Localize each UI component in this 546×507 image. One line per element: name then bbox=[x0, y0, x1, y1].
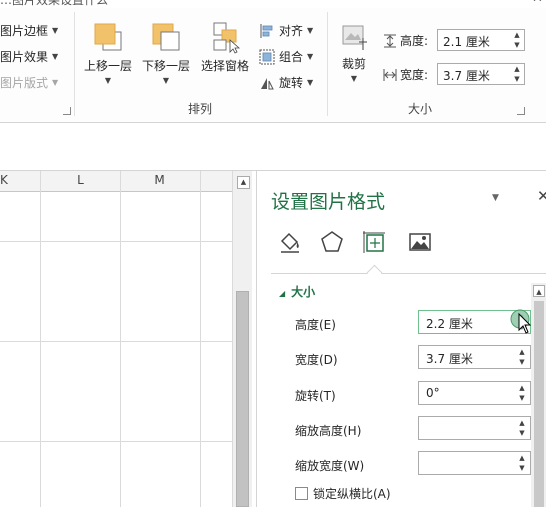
scale-height-field-label: 缩放高度(H) bbox=[295, 424, 362, 438]
scroll-up-icon[interactable]: ▲ bbox=[237, 176, 250, 189]
pane-vertical-scrollbar[interactable]: ▲ bbox=[531, 283, 546, 507]
column-header-k[interactable]: K bbox=[0, 173, 20, 187]
lock-aspect-checkbox[interactable] bbox=[295, 487, 308, 500]
dialog-launcher-icon[interactable] bbox=[517, 107, 525, 115]
dropdown-arrow-icon: ▼ bbox=[52, 52, 59, 61]
tab-picture[interactable] bbox=[407, 229, 433, 255]
height-input[interactable]: 2.2 厘米 ▲▼ bbox=[418, 309, 532, 334]
picture-effects-button[interactable]: 图片效果 ▼ bbox=[0, 48, 58, 65]
align-icon bbox=[260, 23, 273, 38]
tab-effects[interactable] bbox=[319, 229, 345, 255]
grid-line bbox=[0, 441, 232, 442]
column-header-l[interactable]: L bbox=[41, 173, 120, 187]
formula-area bbox=[0, 123, 546, 171]
spinner-arrows-icon[interactable]: ▲▼ bbox=[515, 347, 529, 367]
grid-line bbox=[200, 171, 201, 507]
tab-fill-line[interactable] bbox=[277, 229, 303, 255]
size-properties-icon bbox=[363, 231, 385, 253]
column-header-m[interactable]: M bbox=[120, 173, 199, 187]
group-icon bbox=[259, 49, 275, 64]
width-icon bbox=[383, 68, 397, 81]
ribbon-width-input[interactable]: 3.7 厘米 ▲ ▼ bbox=[437, 63, 525, 85]
dropdown-arrow-icon: ▼ bbox=[52, 78, 59, 87]
active-tab-pointer bbox=[366, 264, 383, 281]
picture-border-button[interactable]: 图片边框 ▼ bbox=[0, 22, 58, 39]
scale-height-input[interactable]: ▲ ▼ bbox=[418, 416, 531, 440]
grid-line bbox=[0, 341, 232, 342]
selection-pane-icon bbox=[213, 22, 241, 54]
size-group-label: 大小 bbox=[408, 102, 433, 116]
selection-pane-button[interactable]: 选择窗格 bbox=[196, 20, 254, 74]
bring-forward-button[interactable]: 上移一层 ▼ bbox=[80, 20, 136, 85]
dropdown-arrow-icon: ▼ bbox=[162, 76, 170, 85]
fill-line-icon bbox=[280, 232, 299, 253]
height-field-label: 高度(E) bbox=[295, 318, 336, 332]
grid-line bbox=[0, 241, 232, 242]
width-field-label: 宽度(D) bbox=[295, 353, 338, 367]
scale-width-input[interactable]: ▲ ▼ bbox=[418, 451, 531, 475]
dropdown-arrow-icon: ▼ bbox=[104, 76, 112, 85]
rotate-button[interactable]: 旋转 ▼ bbox=[259, 74, 313, 91]
ribbon-height-input[interactable]: 2.1 厘米 ▲ ▼ bbox=[437, 29, 525, 51]
align-button[interactable]: 对齐 ▼ bbox=[259, 22, 313, 39]
grid-line bbox=[40, 171, 41, 507]
window-title: …图片效果设置什么 bbox=[0, 0, 109, 7]
scale-width-field-label: 缩放宽度(W) bbox=[295, 459, 365, 473]
width-label: 宽度: bbox=[383, 66, 428, 83]
dropdown-arrow-icon: ▼ bbox=[307, 26, 314, 35]
grid-line bbox=[120, 171, 121, 507]
send-backward-button[interactable]: 下移一层 ▼ bbox=[138, 20, 194, 85]
dropdown-arrow-icon: ▼ bbox=[350, 74, 358, 83]
picture-icon bbox=[409, 233, 431, 251]
column-header-bar: K L M bbox=[0, 171, 232, 192]
ribbon: 图片边框▼ 图片效果▼ 图片版式▼ 上移一层 ▼ 下移一层 ▼ 选择窗格 bbox=[0, 8, 546, 123]
rotation-input[interactable]: 0° ▲ ▼ bbox=[418, 381, 531, 405]
rotate-icon bbox=[261, 77, 274, 89]
collapse-triangle-icon: ◢ bbox=[279, 289, 286, 298]
bring-forward-icon bbox=[94, 23, 122, 51]
spinner-arrows-icon[interactable]: ▲▼ bbox=[510, 30, 524, 50]
format-picture-pane: 设置图片格式 ▼ ✕ ◢ 大小 高度(E) 2.2 厘米 宽度(D) 3.7 厘… bbox=[256, 171, 546, 507]
height-label: 高度: bbox=[383, 32, 428, 49]
group-button[interactable]: 组合 ▼ bbox=[259, 48, 313, 65]
spinner-arrows-icon[interactable]: ▲▼ bbox=[515, 383, 529, 403]
height-icon bbox=[384, 34, 396, 47]
lock-aspect-label: 锁定纵横比(A) bbox=[313, 487, 391, 501]
dropdown-arrow-icon: ▼ bbox=[307, 52, 314, 61]
group-separator bbox=[327, 12, 328, 116]
spinner-arrows-icon[interactable]: ▲▼ bbox=[515, 418, 529, 438]
crop-button[interactable]: 裁剪 ▼ bbox=[334, 22, 374, 83]
scroll-up-icon[interactable]: ▲ bbox=[533, 285, 545, 297]
pane-close-icon[interactable]: ✕ bbox=[537, 187, 546, 205]
tab-divider bbox=[271, 273, 546, 274]
section-size-header[interactable]: ◢ 大小 bbox=[279, 283, 315, 300]
title-bar: …图片效果设置什么 ✕ bbox=[0, 0, 546, 8]
pane-options-dropdown-icon[interactable]: ▼ bbox=[492, 193, 499, 203]
dialog-launcher-icon[interactable] bbox=[63, 107, 71, 115]
spinner-arrows-icon[interactable]: ▲▼ bbox=[510, 64, 524, 84]
spinner-arrows-icon[interactable]: ▲▼ bbox=[515, 453, 529, 473]
tab-size-properties[interactable] bbox=[361, 229, 387, 255]
effects-icon bbox=[321, 231, 343, 252]
rotation-field-label: 旋转(T) bbox=[295, 389, 336, 403]
send-backward-icon bbox=[152, 23, 180, 51]
worksheet-grid[interactable]: K L M bbox=[0, 171, 232, 507]
pane-title: 设置图片格式 bbox=[271, 191, 386, 213]
picture-layout-button[interactable]: 图片版式 ▼ bbox=[0, 74, 58, 91]
width-input[interactable]: 3.7 厘米 ▲ ▼ bbox=[418, 345, 531, 369]
scroll-thumb[interactable] bbox=[534, 301, 544, 507]
scroll-thumb[interactable] bbox=[236, 291, 249, 507]
crop-icon bbox=[342, 25, 367, 50]
sheet-vertical-scrollbar[interactable]: ▲ bbox=[232, 171, 252, 507]
dropdown-arrow-icon: ▼ bbox=[52, 26, 59, 35]
group-separator bbox=[74, 12, 75, 116]
arrange-group-label: 排列 bbox=[188, 102, 213, 116]
dropdown-arrow-icon: ▼ bbox=[307, 78, 314, 87]
close-icon[interactable]: ✕ bbox=[532, 0, 543, 6]
